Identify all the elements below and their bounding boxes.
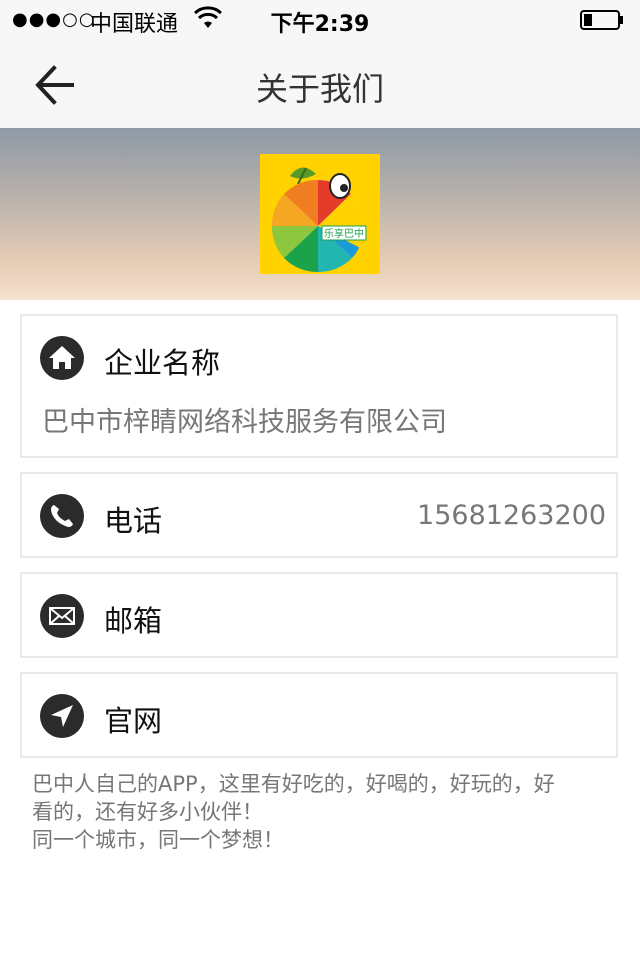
website-label: 官网: [104, 704, 163, 738]
status-time: 下午2:39: [270, 12, 370, 37]
company-name-value: 巴中市梓睛网络科技服务有限公司: [42, 407, 447, 438]
battery-icon: [580, 10, 623, 30]
navigation-bar: 关于我们: [0, 40, 640, 129]
header-banner: 乐享巴中: [0, 128, 640, 300]
company-label: 企业名称: [104, 346, 221, 380]
home-icon: [40, 336, 84, 380]
phone-number[interactable]: 15681263200: [417, 500, 606, 531]
phone-icon: [40, 494, 84, 538]
app-logo: 乐享巴中: [260, 154, 380, 274]
phone-label: 电话: [104, 504, 163, 538]
svg-text:乐享巴中: 乐享巴中: [324, 227, 364, 240]
website-card[interactable]: 官网: [20, 672, 618, 758]
status-bar: ●●●○○ 中国联通 下午2:39: [0, 0, 640, 40]
email-label: 邮箱: [104, 604, 163, 638]
app-description: 巴中人自己的APP，这里有好吃的，好喝的，好玩的，好看的，还有好多小伙伴！ 同一…: [32, 772, 555, 852]
email-card[interactable]: 邮箱: [20, 572, 618, 658]
company-card: 企业名称 巴中市梓睛网络科技服务有限公司: [20, 314, 618, 458]
phone-card[interactable]: 电话 15681263200: [20, 472, 618, 558]
mail-icon: [40, 594, 84, 638]
location-arrow-icon: [40, 694, 84, 738]
page-title: 关于我们: [255, 70, 384, 108]
